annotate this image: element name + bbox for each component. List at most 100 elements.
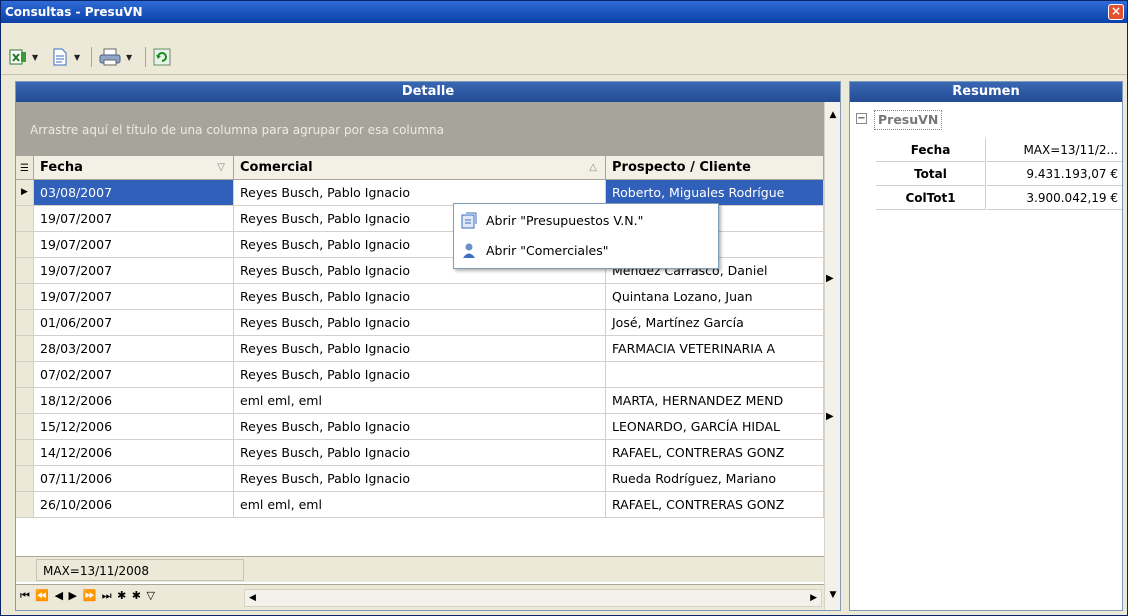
table-cell[interactable]: 01/06/2007 [34, 310, 234, 335]
column-chooser-icon: ☰ [20, 163, 29, 174]
table-cell[interactable]: RAFAEL, CONTRERAS GONZ [606, 492, 824, 517]
table-row[interactable]: 14/12/2006 Reyes Busch, Pablo Ignacio RAFA… [16, 440, 824, 466]
table-cell[interactable]: LEONARDO, GARCÍA HIDAL [606, 414, 824, 439]
table-cell[interactable]: 19/07/2007 [34, 284, 234, 309]
print-button[interactable]: ▼ [99, 45, 132, 69]
table-cell[interactable]: 19/07/2007 [34, 232, 234, 257]
chevron-down-icon[interactable]: ▼ [74, 53, 80, 62]
tree-node-presuvn: PresuVN [874, 110, 943, 130]
detail-panel-title: Detalle [16, 82, 840, 102]
row-indicator[interactable] [16, 284, 34, 309]
chevron-down-icon[interactable]: ▼ [32, 53, 38, 62]
table-row[interactable]: 18/12/2006 eml eml, eml MARTA, HERNANDEZ M… [16, 388, 824, 414]
table-cell[interactable]: 07/11/2006 [34, 466, 234, 491]
refresh-icon [153, 48, 171, 66]
row-indicator[interactable] [16, 388, 34, 413]
scroll-right-icon[interactable]: ▶ [810, 590, 817, 606]
summary-label: Total [876, 162, 986, 186]
splitter-expand-icon[interactable]: ▶ [826, 273, 839, 291]
menu-item-abrir-comerciales[interactable]: Abrir "Comerciales" [454, 236, 718, 266]
table-cell[interactable]: Rueda Rodríguez, Mariano [606, 466, 824, 491]
scroll-down-icon[interactable]: ▼ [825, 586, 840, 604]
sort-ascending-icon[interactable]: △ [589, 156, 597, 180]
horizontal-scrollbar[interactable]: ◀ ▶ [244, 589, 822, 607]
close-button[interactable]: × [1108, 4, 1124, 20]
table-cell[interactable]: 19/07/2007 [34, 206, 234, 231]
column-chooser[interactable]: ☰ [16, 156, 34, 180]
table-cell[interactable]: RAFAEL, CONTRERAS GONZ [606, 440, 824, 465]
summary-value: MAX=13/11/2... [987, 138, 1122, 162]
scroll-up-icon[interactable]: ▲ [825, 106, 840, 124]
table-cell[interactable]: 07/02/2007 [34, 362, 234, 387]
table-cell[interactable]: Reyes Busch, Pablo Ignacio [234, 362, 606, 387]
navigator-buttons[interactable]: ⏮ ⏪ ◀ ▶ ⏩ ⏭ ✱ ✱ ▽ [20, 589, 156, 603]
tree-root[interactable]: − PresuVN [850, 108, 1122, 132]
table-row[interactable]: 07/02/2007 Reyes Busch, Pablo Ignacio [16, 362, 824, 388]
column-header-comercial[interactable]: Comercial △ [234, 156, 606, 180]
table-cell[interactable]: 28/03/2007 [34, 336, 234, 361]
table-row[interactable]: 07/11/2006 Reyes Busch, Pablo Ignacio Rued… [16, 466, 824, 492]
table-cell[interactable]: José, Martínez García [606, 310, 824, 335]
table-row[interactable]: 15/12/2006 Reyes Busch, Pablo Ignacio LEON… [16, 414, 824, 440]
table-cell[interactable]: MARTA, HERNANDEZ MEND [606, 388, 824, 413]
table-cell[interactable]: Reyes Busch, Pablo Ignacio [234, 336, 606, 361]
table-row[interactable]: 19/07/2007 Reyes Busch, Pablo Ignacio Quin… [16, 284, 824, 310]
row-indicator[interactable] [16, 440, 34, 465]
summary-cell-fecha: MAX=13/11/2008 [36, 559, 244, 581]
summary-footer: MAX=13/11/2008 [16, 556, 824, 582]
table-cell[interactable]: 26/10/2006 [34, 492, 234, 517]
table-cell[interactable]: 03/08/2007 [34, 180, 234, 205]
excel-export-button[interactable]: ▼ [9, 45, 38, 69]
title-bar: Consultas - PresuVN × [1, 1, 1127, 23]
group-by-area[interactable]: Arrastre aquí el título de una columna p… [16, 102, 824, 156]
row-indicator[interactable] [16, 336, 34, 361]
table-cell[interactable]: Reyes Busch, Pablo Ignacio [234, 414, 606, 439]
row-indicator[interactable] [16, 258, 34, 283]
column-header-fecha[interactable]: Fecha ▽ [34, 156, 234, 180]
table-cell[interactable]: Reyes Busch, Pablo Ignacio [234, 284, 606, 309]
table-cell[interactable]: Roberto, Miguales Rodrígue [606, 180, 824, 205]
row-indicator[interactable] [16, 492, 34, 517]
table-cell[interactable]: 14/12/2006 [34, 440, 234, 465]
table-cell[interactable] [606, 362, 824, 387]
row-indicator[interactable] [16, 414, 34, 439]
filter-icon[interactable]: ▽ [217, 156, 225, 180]
row-indicator[interactable] [16, 362, 34, 387]
table-cell[interactable]: eml eml, eml [234, 492, 606, 517]
table-cell[interactable]: FARMACIA VETERINARIA A [606, 336, 824, 361]
record-navigator: ⏮ ⏪ ◀ ▶ ⏩ ⏭ ✱ ✱ ▽ ◀ ▶ [16, 584, 824, 610]
chevron-down-icon[interactable]: ▼ [126, 53, 132, 62]
row-indicator[interactable] [16, 310, 34, 335]
row-indicator[interactable] [16, 206, 34, 231]
table-cell[interactable]: Reyes Busch, Pablo Ignacio [234, 180, 606, 205]
context-menu: Abrir "Presupuestos V.N." Abrir "Comerci… [453, 203, 719, 269]
toolbar: ▼ ▼ ▼ [1, 39, 1127, 75]
table-cell[interactable]: Reyes Busch, Pablo Ignacio [234, 466, 606, 491]
collapse-icon[interactable]: − [856, 113, 867, 124]
table-cell[interactable]: Quintana Lozano, Juan [606, 284, 824, 309]
refresh-button[interactable] [153, 45, 171, 69]
table-row[interactable]: 26/10/2006 eml eml, eml RAFAEL, CONTRERAS … [16, 492, 824, 518]
column-header-prospecto[interactable]: Prospecto / Cliente [606, 156, 824, 180]
vertical-scrollbar[interactable]: ▲ ▼ [824, 102, 840, 610]
scroll-left-icon[interactable]: ◀ [249, 590, 256, 606]
row-indicator[interactable]: ▶ [16, 180, 34, 205]
summary-label: ColTot1 [876, 186, 986, 210]
table-cell[interactable]: Reyes Busch, Pablo Ignacio [234, 440, 606, 465]
excel-export-icon [9, 49, 26, 65]
table-cell[interactable]: 19/07/2007 [34, 258, 234, 283]
table-cell[interactable]: 18/12/2006 [34, 388, 234, 413]
splitter-expand-icon[interactable]: ▶ [826, 411, 839, 429]
printer-icon [99, 48, 121, 66]
table-row[interactable]: 28/03/2007 Reyes Busch, Pablo Ignacio FARM… [16, 336, 824, 362]
row-indicator[interactable] [16, 466, 34, 491]
row-indicator[interactable] [16, 232, 34, 257]
document-button[interactable]: ▼ [51, 45, 80, 69]
consultas-window: Consultas - PresuVN × ▼ ▼ ▼ Detalle Arra… [0, 0, 1128, 616]
table-cell[interactable]: eml eml, eml [234, 388, 606, 413]
table-cell[interactable]: Reyes Busch, Pablo Ignacio [234, 310, 606, 335]
menu-item-abrir-presupuestos[interactable]: Abrir "Presupuestos V.N." [454, 206, 718, 236]
table-cell[interactable]: 15/12/2006 [34, 414, 234, 439]
toolbar-separator [145, 47, 146, 67]
table-row[interactable]: 01/06/2007 Reyes Busch, Pablo Ignacio José… [16, 310, 824, 336]
